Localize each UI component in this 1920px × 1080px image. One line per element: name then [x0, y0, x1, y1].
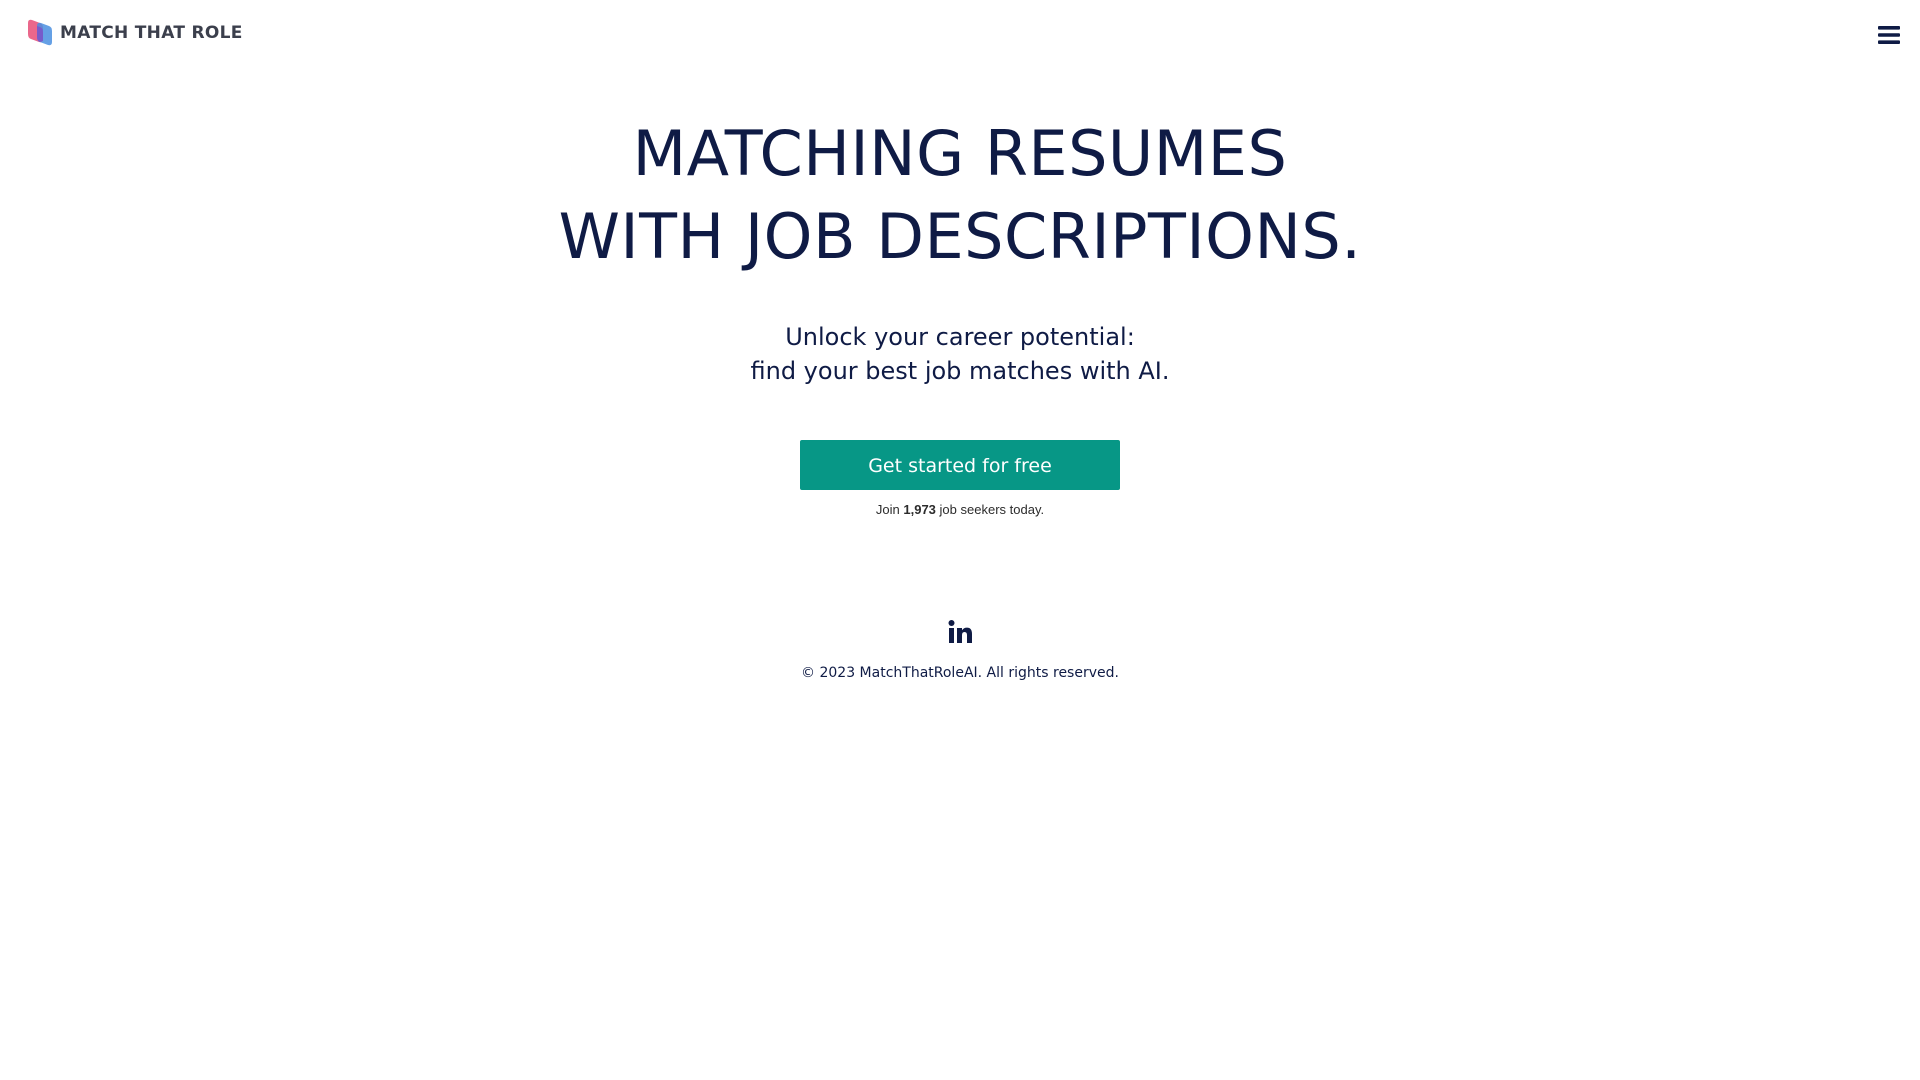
- linkedin-icon: [948, 620, 972, 643]
- hero-subtitle: Unlock your career potential: find your …: [0, 320, 1920, 388]
- join-suffix: job seekers today.: [939, 502, 1045, 517]
- linkedin-link[interactable]: [946, 618, 974, 646]
- hero-title-line-2: WITH JOB DESCRIPTIONS.: [558, 200, 1362, 273]
- copyright-text: © 2023 MatchThatRoleAI. All rights reser…: [801, 665, 1119, 681]
- site-footer: © 2023 MatchThatRoleAI. All rights reser…: [0, 618, 1920, 681]
- hero-subtitle-line-2: find your best job matches with AI.: [750, 357, 1170, 385]
- menu-button[interactable]: [1872, 18, 1906, 48]
- hero-section: MATCHING RESUMES WITH JOB DESCRIPTIONS. …: [0, 112, 1920, 517]
- hero-subtitle-line-1: Unlock your career potential:: [785, 323, 1135, 351]
- job-seeker-count: 1,973: [903, 502, 936, 517]
- join-count-text: Join 1,973 job seekers today.: [0, 502, 1920, 517]
- logo-icon: [28, 19, 52, 46]
- hero-title: MATCHING RESUMES WITH JOB DESCRIPTIONS.: [0, 112, 1920, 278]
- hamburger-menu-icon: [1878, 25, 1900, 44]
- join-prefix: Join: [875, 502, 900, 517]
- landing-page: MATCH THAT ROLE MATCHING RESUMES WITH JO…: [0, 0, 1920, 1080]
- logo-text: MATCH THAT ROLE: [60, 23, 243, 43]
- get-started-button[interactable]: Get started for free: [800, 440, 1120, 490]
- logo-link[interactable]: MATCH THAT ROLE: [24, 17, 243, 49]
- site-header: MATCH THAT ROLE: [0, 0, 1920, 70]
- hero-title-line-1: MATCHING RESUMES: [632, 117, 1288, 190]
